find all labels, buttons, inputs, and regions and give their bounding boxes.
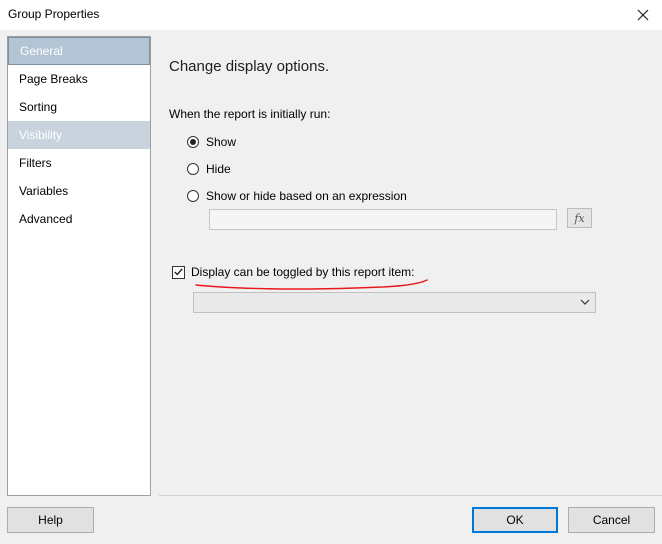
nav-item-filters[interactable]: Filters <box>8 149 150 177</box>
close-button[interactable] <box>632 4 654 26</box>
window-title: Group Properties <box>8 7 100 21</box>
initial-run-label: When the report is initially run: <box>169 107 331 121</box>
radio-expression-indicator[interactable] <box>187 190 199 202</box>
radio-expression[interactable]: Show or hide based on an expression <box>187 187 407 205</box>
radio-expression-label: Show or hide based on an expression <box>206 189 407 203</box>
toggle-checkbox-label: Display can be toggled by this report it… <box>191 265 415 279</box>
expression-builder-button[interactable]: fx <box>567 208 592 228</box>
fx-icon: fx <box>574 211 585 225</box>
nav-item-label: Variables <box>19 184 69 198</box>
help-button-label: Help <box>38 513 63 527</box>
nav-item-label: Filters <box>19 156 52 170</box>
cancel-button-label: Cancel <box>592 513 631 527</box>
help-button[interactable]: Help <box>7 507 94 533</box>
visibility-page: Change display options. When the report … <box>159 36 662 496</box>
radio-show-indicator[interactable] <box>187 136 199 148</box>
nav-item-label: General <box>20 44 63 58</box>
cancel-button[interactable]: Cancel <box>568 507 655 533</box>
red-annotation-underline <box>195 279 428 290</box>
toggle-checkbox[interactable] <box>172 265 185 279</box>
ok-button-label: OK <box>506 513 524 527</box>
nav-item-label: Visibility <box>19 128 63 142</box>
nav-item-page-breaks[interactable]: Page Breaks <box>8 65 150 93</box>
nav-item-variables[interactable]: Variables <box>8 177 150 205</box>
close-icon <box>637 9 649 21</box>
radio-show-label: Show <box>206 135 237 149</box>
nav-item-sorting[interactable]: Sorting <box>8 93 150 121</box>
expression-input[interactable] <box>209 209 557 230</box>
nav-item-label: Page Breaks <box>19 72 88 86</box>
toggle-report-item-select[interactable] <box>193 292 596 313</box>
nav-item-advanced[interactable]: Advanced <box>8 205 150 233</box>
ok-button[interactable]: OK <box>472 507 558 533</box>
radio-hide-label: Hide <box>206 162 231 176</box>
radio-hide[interactable]: Hide <box>187 160 231 178</box>
page-heading: Change display options. <box>169 58 330 75</box>
page-navigation: General Page Breaks Sorting Visibility F… <box>7 36 151 496</box>
nav-item-label: Sorting <box>19 100 58 114</box>
nav-item-general[interactable]: General <box>8 37 150 65</box>
chevron-down-icon <box>580 299 590 305</box>
title-bar: Group Properties <box>0 0 662 30</box>
nav-item-visibility[interactable]: Visibility <box>8 121 150 149</box>
footer-separator <box>159 495 662 496</box>
group-properties-dialog: Group Properties General Page Breaks Sor… <box>0 0 662 544</box>
radio-hide-indicator[interactable] <box>187 163 199 175</box>
radio-show[interactable]: Show <box>187 133 236 151</box>
nav-item-label: Advanced <box>19 212 73 226</box>
checkmark-icon <box>174 268 183 276</box>
